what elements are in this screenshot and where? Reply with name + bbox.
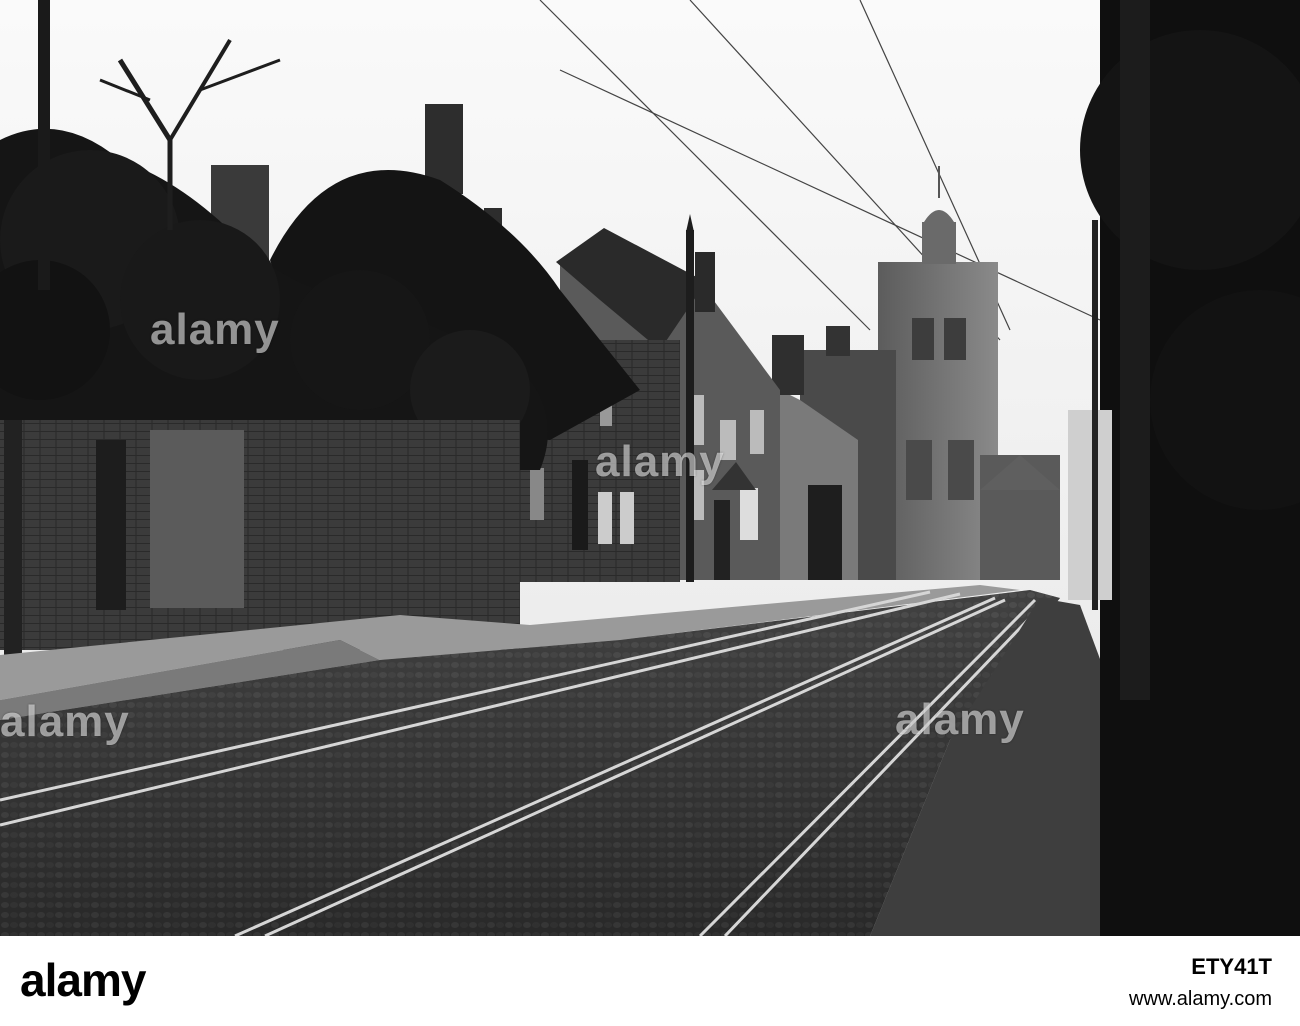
photo: alamy alamy alamy alamy <box>0 0 1300 936</box>
footer-bar: alamy ETY41T www.alamy.com <box>0 936 1300 1026</box>
street-scene-image <box>0 0 1300 936</box>
image-id: ETY41T <box>1191 954 1272 979</box>
site-url-link[interactable]: www.alamy.com <box>1129 988 1272 1011</box>
alamy-logo[interactable]: alamy <box>20 950 146 1010</box>
right-foliage <box>1068 0 1300 936</box>
telegraph-pole-left <box>38 0 50 290</box>
